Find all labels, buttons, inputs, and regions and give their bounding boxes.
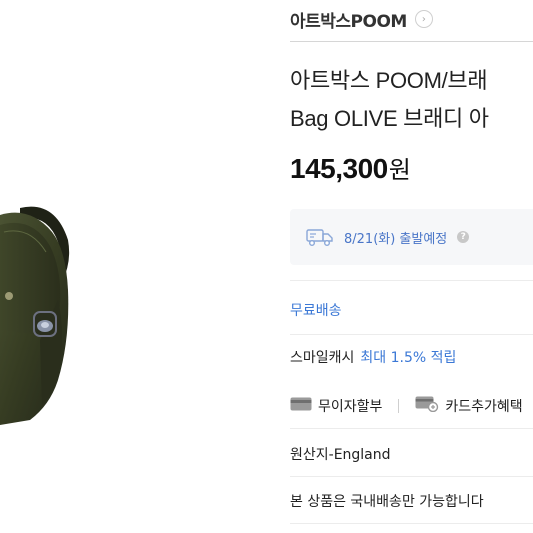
smile-cash-row: 스마일캐시 최대 1.5% 적립 (290, 345, 533, 369)
domestic-only-notice: 본 상품은 국내배송만 가능합니다 (290, 494, 484, 510)
card-benefit-icon (415, 396, 439, 416)
smile-cash-label: 스마일캐시 (290, 350, 355, 366)
price-row: 145,300 원 (290, 150, 411, 185)
currency-label: 원 (388, 156, 411, 184)
bag-photo (0, 206, 70, 425)
product-title-line2: Bag OLIVE 브래디 아 (290, 106, 489, 131)
product-info-panel: 아트박스POOM › 아트박스 POOM/브래 Bag OLIVE 브래디 아 … (290, 0, 533, 533)
product-title-line1: 아트박스 POOM/브래 (290, 68, 488, 93)
domestic-shipping-row: 본 상품은 국내배송만 가능합니다 (290, 489, 533, 513)
origin-label: 원산지-England (290, 447, 391, 463)
help-icon[interactable]: ? (457, 231, 470, 243)
shipping-date: 8/21(화) 출발예정 (344, 231, 448, 247)
product-title: 아트박스 POOM/브래 Bag OLIVE 브래디 아 (290, 62, 533, 138)
free-shipping-label: 무료배송 (290, 303, 342, 319)
divider (290, 280, 533, 281)
free-shipping-row: 무료배송 (290, 298, 533, 322)
divider (290, 476, 533, 477)
divider (290, 428, 533, 429)
store-name[interactable]: 아트박스POOM (290, 7, 407, 32)
product-image[interactable] (0, 0, 270, 533)
store-link[interactable]: 아트박스POOM › (290, 6, 433, 32)
truck-icon (306, 227, 334, 247)
origin-row: 원산지-England (290, 442, 533, 466)
smile-cash-rate: 최대 1.5% 적립 (360, 350, 457, 366)
chevron-right-icon[interactable]: › (414, 10, 433, 28)
divider (290, 334, 533, 335)
shipping-info-box: 8/21(화) 출발예정 ? (290, 209, 533, 265)
divider (290, 41, 533, 42)
card-icon (290, 397, 312, 415)
card-benefit-label[interactable]: 카드추가혜택 (445, 396, 522, 416)
payment-benefits-row: 무이자할부 카드추가혜택 (290, 393, 533, 419)
divider (290, 523, 533, 524)
installment-label[interactable]: 무이자할부 (318, 396, 382, 416)
separator (398, 399, 400, 413)
product-price: 145,300 (290, 153, 388, 184)
